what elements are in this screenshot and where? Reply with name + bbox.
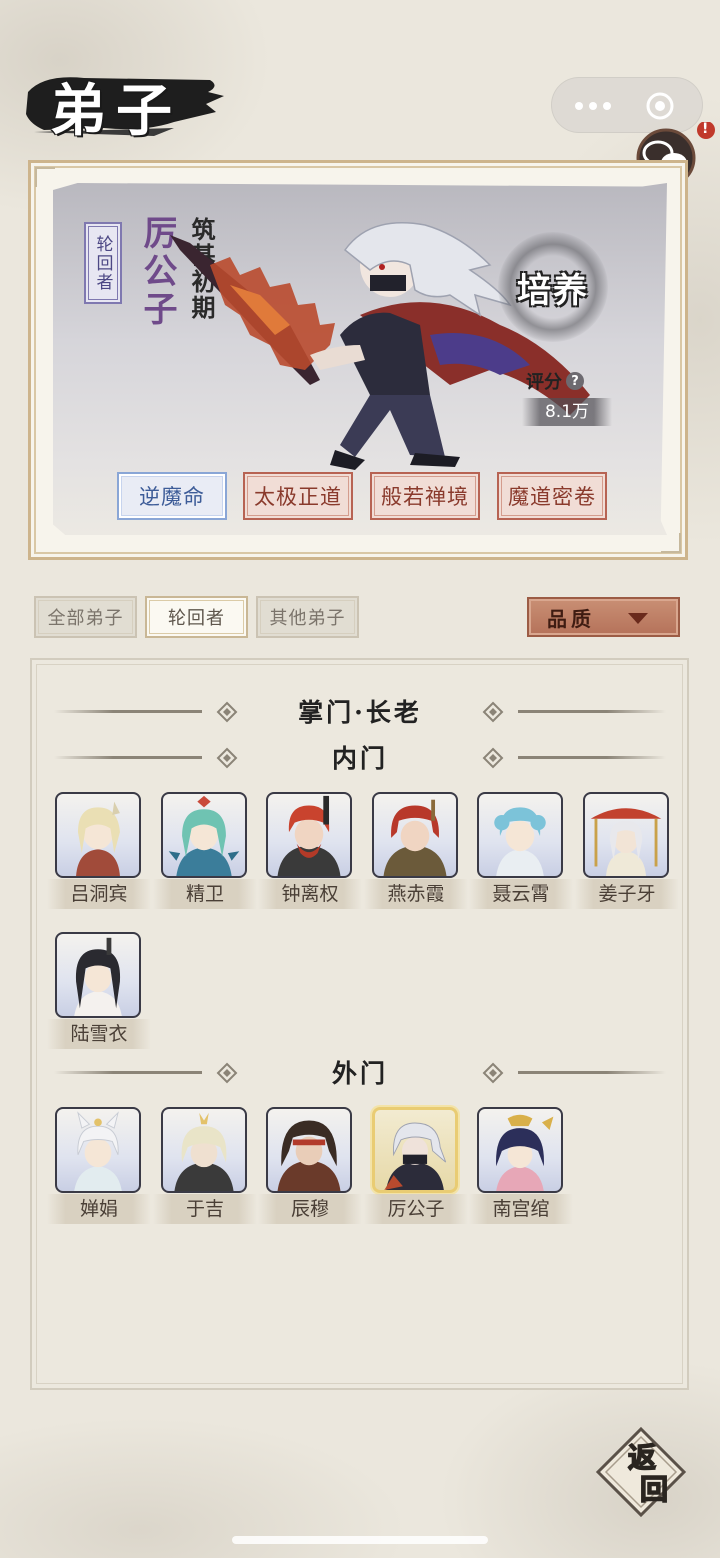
diamond-ornament-icon: [482, 1062, 504, 1084]
disciple-name: 钟离权: [258, 879, 362, 909]
disciple-card[interactable]: 陆雪衣: [47, 932, 151, 1054]
section-title-elders: 掌门·长老: [298, 698, 422, 727]
corner-ornament: [35, 167, 55, 187]
disciple-portrait: [583, 792, 669, 878]
section-title-inner: 内门: [331, 744, 388, 773]
filter-tab-all[interactable]: 全部弟子: [34, 596, 137, 638]
return-button[interactable]: 返 回: [594, 1425, 688, 1519]
section-title-outer: 外门: [331, 1059, 388, 1088]
train-label: 培养: [517, 270, 589, 311]
score-label: 评分 ?: [526, 368, 584, 394]
target-circle-icon[interactable]: [644, 90, 676, 122]
disciple-portrait: [266, 1107, 352, 1193]
score-help-icon[interactable]: ?: [566, 372, 584, 390]
quality-sort-label: 品质: [547, 606, 595, 631]
disciple-name: 厉公子: [364, 1194, 468, 1224]
disciple-name: 婵娟: [47, 1194, 151, 1224]
chat-alert-badge: !: [702, 121, 709, 137]
disciple-portrait: [477, 1107, 563, 1193]
divider-line: [54, 1071, 202, 1074]
section-header-outer: 外门: [54, 1052, 666, 1092]
rank-tag: 轮回者: [84, 222, 122, 304]
diamond-ornament-icon: [482, 747, 504, 769]
divider-line: [518, 756, 666, 759]
corner-ornament: [661, 533, 681, 553]
disciple-name: 陆雪衣: [47, 1019, 151, 1049]
disciple-card[interactable]: 南宫绾: [469, 1107, 573, 1229]
train-button[interactable]: 培养: [498, 232, 608, 342]
disciple-name: 精卫: [153, 879, 257, 909]
skill-button-3[interactable]: 般若禅境: [370, 472, 480, 520]
disciple-portrait: [161, 1107, 247, 1193]
disciple-card[interactable]: 婵娟: [47, 1107, 151, 1229]
diamond-ornament-icon: [216, 747, 238, 769]
home-indicator[interactable]: [232, 1536, 488, 1544]
disciple-card[interactable]: 辰穆: [258, 1107, 362, 1229]
disciple-portrait: [55, 932, 141, 1018]
divider-line: [518, 710, 666, 713]
skill-button-1[interactable]: 逆魔命: [117, 472, 227, 520]
disciple-portrait: [372, 792, 458, 878]
diamond-ornament-icon: [216, 701, 238, 723]
disciple-name: 吕洞宾: [47, 879, 151, 909]
disciple-portrait: [55, 792, 141, 878]
disciple-card[interactable]: 聂云霄: [469, 792, 573, 914]
disciple-portrait: [372, 1107, 458, 1193]
disciple-card-selected[interactable]: 厉公子: [364, 1107, 468, 1229]
disciple-card[interactable]: 钟离权: [258, 792, 362, 914]
disciple-portrait: [477, 792, 563, 878]
disciple-name: 于吉: [153, 1194, 257, 1224]
disciple-card[interactable]: 精卫: [153, 792, 257, 914]
diamond-ornament-icon: [482, 701, 504, 723]
divider-line: [54, 710, 202, 713]
section-header-inner: 内门: [54, 737, 666, 777]
divider-line: [518, 1071, 666, 1074]
return-label-top: 返: [628, 1441, 656, 1474]
disciple-portrait: [161, 792, 247, 878]
divider-line: [54, 756, 202, 759]
disciple-card[interactable]: 于吉: [153, 1107, 257, 1229]
filter-tab-other[interactable]: 其他弟子: [256, 596, 359, 638]
caret-down-icon: [628, 613, 648, 624]
page-title-banner: 弟子: [24, 62, 224, 144]
score-value: 8.1万: [522, 398, 612, 426]
quality-sort-dropdown[interactable]: 品质: [527, 597, 680, 637]
disciple-name: 南宫绾: [469, 1194, 573, 1224]
disciple-card[interactable]: 姜子牙: [575, 792, 679, 914]
return-label-bottom: 回: [640, 1473, 668, 1506]
page-title: 弟子: [50, 78, 182, 144]
return-diamond-icon: 返 回: [595, 1426, 687, 1518]
skill-button-2[interactable]: 太极正道: [243, 472, 353, 520]
disciple-card[interactable]: 吕洞宾: [47, 792, 151, 914]
filter-tab-reincarnator[interactable]: 轮回者: [145, 596, 248, 638]
more-dots-icon[interactable]: [568, 86, 618, 126]
disciple-card[interactable]: 燕赤霞: [364, 792, 468, 914]
disciple-name: 辰穆: [258, 1194, 362, 1224]
score-label-text: 评分: [526, 372, 562, 393]
disciple-name: 姜子牙: [575, 879, 679, 909]
disciple-name: 燕赤霞: [364, 879, 468, 909]
diamond-ornament-icon: [216, 1062, 238, 1084]
skill-button-4[interactable]: 魔道密卷: [497, 472, 607, 520]
disciple-portrait: [55, 1107, 141, 1193]
disciple-name: 聂云霄: [469, 879, 573, 909]
section-header-elders: 掌门·长老: [54, 691, 666, 731]
disciple-portrait: [266, 792, 352, 878]
